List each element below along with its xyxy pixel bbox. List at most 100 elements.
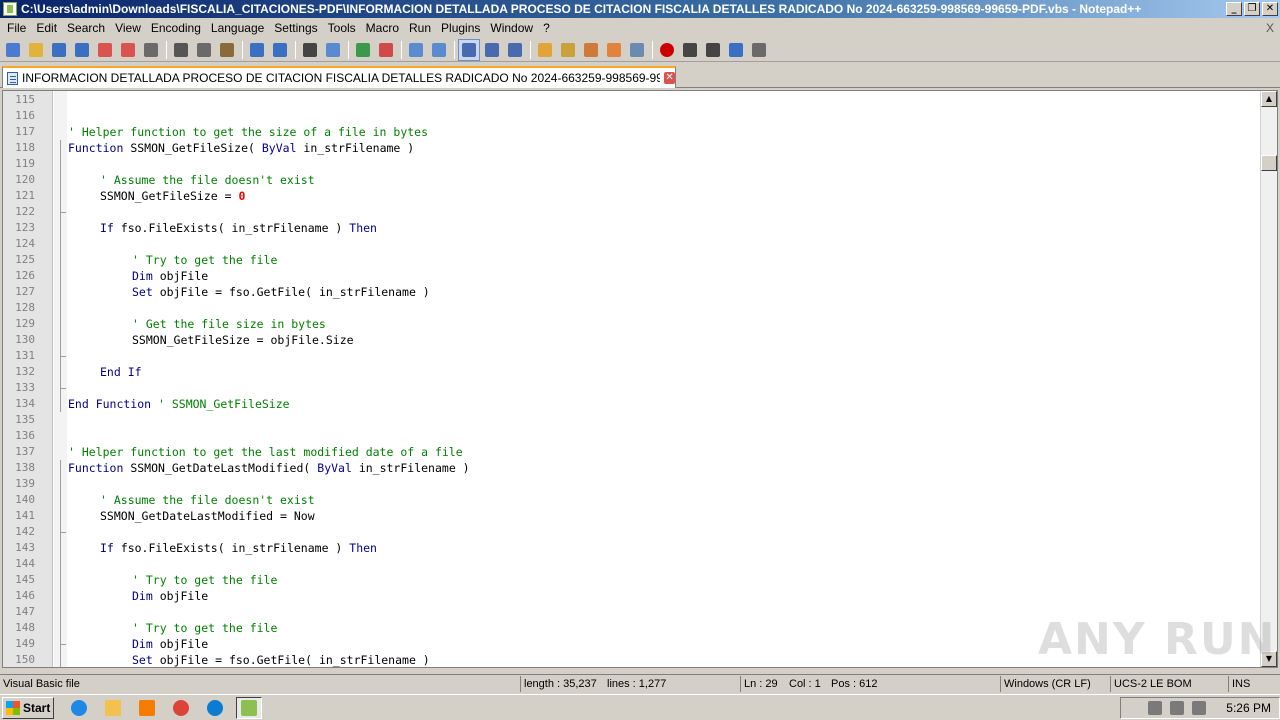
menu-help[interactable]: ? <box>538 18 555 38</box>
code-line[interactable]: 139 <box>3 476 1261 492</box>
close-button[interactable] <box>94 39 116 61</box>
code-line[interactable]: 144 <box>3 556 1261 572</box>
editor[interactable]: 115 116 117 ' Helper function to get the si… <box>2 90 1278 668</box>
code-line[interactable]: 136 <box>3 428 1261 444</box>
menu-run[interactable]: Run <box>404 18 436 38</box>
code-line[interactable]: 120 ' Assume the file doesn't exist <box>3 172 1261 188</box>
menu-view[interactable]: View <box>110 18 146 38</box>
code-line[interactable]: 141 SSMON_GetDateLastModified = Now <box>3 508 1261 524</box>
taskbar-chrome[interactable] <box>168 697 194 719</box>
action-center-flag-icon[interactable] <box>1192 701 1207 715</box>
play-macro-button[interactable] <box>702 39 724 61</box>
network-icon[interactable] <box>1170 701 1185 715</box>
redo-button[interactable] <box>269 39 291 61</box>
folder-workspace-button[interactable] <box>603 39 625 61</box>
taskbar-edge[interactable] <box>202 697 228 719</box>
zoom-out-button[interactable] <box>375 39 397 61</box>
menu-encoding[interactable]: Encoding <box>146 18 206 38</box>
cut-button[interactable] <box>170 39 192 61</box>
start-button[interactable]: Start <box>2 696 54 719</box>
menu-macro[interactable]: Macro <box>361 18 404 38</box>
menu-window[interactable]: Window <box>485 18 538 38</box>
save-button[interactable] <box>48 39 70 61</box>
code-line[interactable]: 145 ' Try to get the file <box>3 572 1261 588</box>
code-line[interactable]: 115 <box>3 92 1261 108</box>
code-line[interactable]: 146 Dim objFile <box>3 588 1261 604</box>
close-all-button[interactable] <box>117 39 139 61</box>
close-document-x[interactable]: X <box>1266 18 1274 38</box>
status-insert-mode[interactable]: INS <box>1228 676 1280 692</box>
scroll-up-arrow[interactable]: ▲ <box>1261 91 1277 107</box>
code-line[interactable]: 132 End If <box>3 364 1261 380</box>
status-encoding[interactable]: UCS-2 LE BOM <box>1110 676 1228 692</box>
code-line[interactable]: 128 <box>3 300 1261 316</box>
clock[interactable]: 5:26 PM <box>1226 701 1271 715</box>
restore-button[interactable]: ❐ <box>1244 2 1260 16</box>
print-button[interactable] <box>140 39 162 61</box>
menu-search[interactable]: Search <box>62 18 110 38</box>
find-button[interactable] <box>299 39 321 61</box>
code-line[interactable]: 125 ' Try to get the file <box>3 252 1261 268</box>
code-line[interactable]: 123 If fso.FileExists( in_strFilename ) T… <box>3 220 1261 236</box>
indent-guide-button[interactable] <box>504 39 526 61</box>
code-line[interactable]: 140 ' Assume the file doesn't exist <box>3 492 1261 508</box>
code-line[interactable]: 126 Dim objFile <box>3 268 1261 284</box>
code-line[interactable]: 131 <box>3 348 1261 364</box>
scroll-thumb[interactable] <box>1261 155 1277 171</box>
function-list-button[interactable] <box>580 39 602 61</box>
doc-map-button[interactable] <box>557 39 579 61</box>
menu-language[interactable]: Language <box>206 18 269 38</box>
code-line[interactable]: 130 SSMON_GetFileSize = objFile.Size <box>3 332 1261 348</box>
menu-settings[interactable]: Settings <box>269 18 322 38</box>
code-line[interactable]: 116 <box>3 108 1261 124</box>
record-macro-button[interactable] <box>656 39 678 61</box>
code-line[interactable]: 119 <box>3 156 1261 172</box>
replace-button[interactable] <box>322 39 344 61</box>
word-wrap-button[interactable] <box>458 38 480 61</box>
code-line[interactable]: 137 ' Helper function to get the last mod… <box>3 444 1261 460</box>
code-line[interactable]: 133 <box>3 380 1261 396</box>
show-all-chars-button[interactable] <box>481 39 503 61</box>
code-lines[interactable]: 115 116 117 ' Helper function to get the si… <box>3 92 1261 667</box>
code-line[interactable]: 134 End Function ' SSMON_GetFileSize <box>3 396 1261 412</box>
status-eol[interactable]: Windows (CR LF) <box>1000 676 1110 692</box>
code-line[interactable]: 127 Set objFile = fso.GetFile( in_strFile… <box>3 284 1261 300</box>
copy-button[interactable] <box>193 39 215 61</box>
undo-button[interactable] <box>246 39 268 61</box>
menu-file[interactable]: File <box>2 18 31 38</box>
tab-close-icon[interactable]: ✕ <box>664 72 676 84</box>
stop-macro-button[interactable] <box>679 39 701 61</box>
document-tab[interactable]: INFORMACION DETALLADA PROCESO DE CITACIO… <box>2 66 676 88</box>
code-line[interactable]: 135 <box>3 412 1261 428</box>
code-line[interactable]: 118 Function SSMON_GetFileSize( ByVal in_… <box>3 140 1261 156</box>
close-window-button[interactable]: ✕ <box>1262 2 1278 16</box>
save-all-button[interactable] <box>71 39 93 61</box>
menu-tools[interactable]: Tools <box>323 18 361 38</box>
vertical-scrollbar[interactable]: ▲ ▼ <box>1260 91 1277 667</box>
code-line[interactable]: 143 If fso.FileExists( in_strFilename ) T… <box>3 540 1261 556</box>
taskbar-media-player[interactable] <box>134 697 160 719</box>
minimize-button[interactable]: _ <box>1226 2 1242 16</box>
sync-horizontal-button[interactable] <box>428 39 450 61</box>
volume-icon[interactable] <box>1148 701 1163 715</box>
save-macro-button[interactable] <box>748 39 770 61</box>
open-file-button[interactable] <box>25 39 47 61</box>
paste-button[interactable] <box>216 39 238 61</box>
code-line[interactable]: 142 <box>3 524 1261 540</box>
code-line[interactable]: 138 Function SSMON_GetDateLastModified( B… <box>3 460 1261 476</box>
menu-plugins[interactable]: Plugins <box>436 18 485 38</box>
code-line[interactable]: 121 SSMON_GetFileSize = 0 <box>3 188 1261 204</box>
code-line[interactable]: 129 ' Get the file size in bytes <box>3 316 1261 332</box>
menu-edit[interactable]: Edit <box>31 18 62 38</box>
run-macro-multiple-button[interactable] <box>725 39 747 61</box>
udl-button[interactable] <box>534 39 556 61</box>
zoom-in-button[interactable] <box>352 39 374 61</box>
taskbar-notepadpp[interactable] <box>236 696 262 719</box>
monitoring-button[interactable] <box>626 39 648 61</box>
new-file-button[interactable] <box>2 39 24 61</box>
code-line[interactable]: 124 <box>3 236 1261 252</box>
taskbar-ie[interactable] <box>66 697 92 719</box>
notepadpp-app-icon[interactable] <box>3 2 17 16</box>
code-line[interactable]: 122 <box>3 204 1261 220</box>
sync-vertical-button[interactable] <box>405 39 427 61</box>
